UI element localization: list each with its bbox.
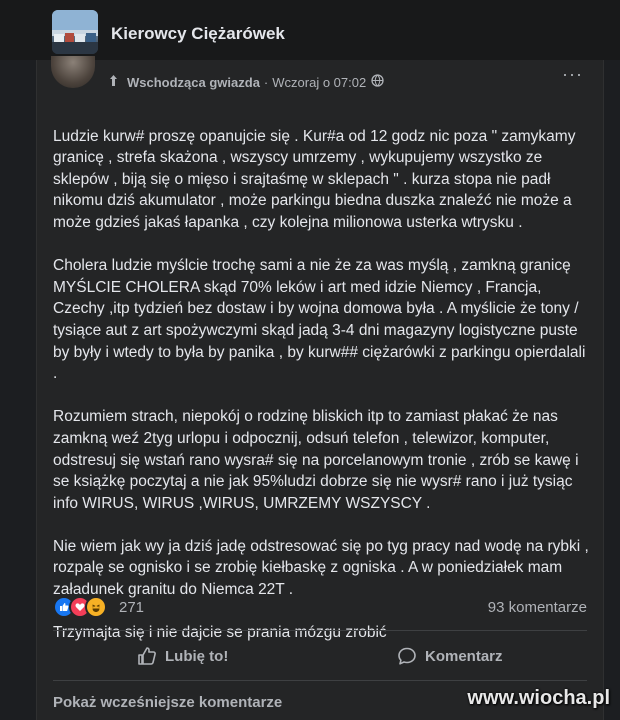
like-button-label: Lubię to!: [165, 647, 229, 665]
post-paragraph: Nie wiem jak wy ja dziś jadę odstresować…: [53, 537, 589, 599]
post-meta: Wschodząca gwiazda · Wczoraj o 07:02: [107, 74, 384, 90]
post-body: Ludzie kurw# proszę opanujcie się . Kur#…: [53, 104, 593, 665]
reactions-summary[interactable]: 271: [53, 596, 144, 618]
thumbs-up-icon: [137, 646, 157, 666]
comment-button-label: Komentarz: [425, 647, 503, 665]
post-card: Wschodząca gwiazda · Wczoraj o 07:02 ···…: [36, 56, 604, 720]
haha-icon: [85, 596, 107, 618]
group-header: Kierowcy Ciężarówek: [0, 0, 620, 60]
group-name[interactable]: Kierowcy Ciężarówek: [111, 24, 285, 44]
rising-star-badge-icon: [107, 74, 121, 90]
site-watermark: www.wiocha.pl: [467, 687, 610, 709]
show-previous-comments-link[interactable]: Pokaż wcześniejsze komentarze: [53, 694, 282, 711]
group-cover-image: [52, 10, 98, 54]
like-button[interactable]: Lubię to!: [137, 640, 228, 672]
reactions-count[interactable]: 271: [119, 599, 144, 616]
post-paragraph: Cholera ludzie myślcie trochę sami a nie…: [53, 257, 586, 383]
post-paragraph: Rozumiem strach, niepokój o rodzinę blis…: [53, 408, 579, 512]
divider: [53, 630, 587, 631]
divider: [53, 680, 587, 681]
more-options-icon[interactable]: ···: [562, 64, 583, 85]
meta-separator: ·: [263, 74, 269, 90]
globe-icon: [371, 74, 384, 90]
post-timestamp[interactable]: Wczoraj o 07:02: [272, 75, 366, 90]
comments-count[interactable]: 93 komentarze: [488, 599, 587, 616]
post-paragraph: Trzymajta się i nie dajcie se prania móz…: [53, 624, 387, 642]
author-badge: Wschodząca gwiazda: [127, 74, 260, 90]
post-paragraph: Ludzie kurw# proszę opanujcie się . Kur#…: [53, 127, 576, 231]
comment-button[interactable]: Komentarz: [397, 640, 503, 672]
author-avatar[interactable]: [51, 56, 95, 88]
comment-bubble-icon: [397, 646, 417, 666]
group-cover-thumbnail[interactable]: [52, 10, 98, 54]
